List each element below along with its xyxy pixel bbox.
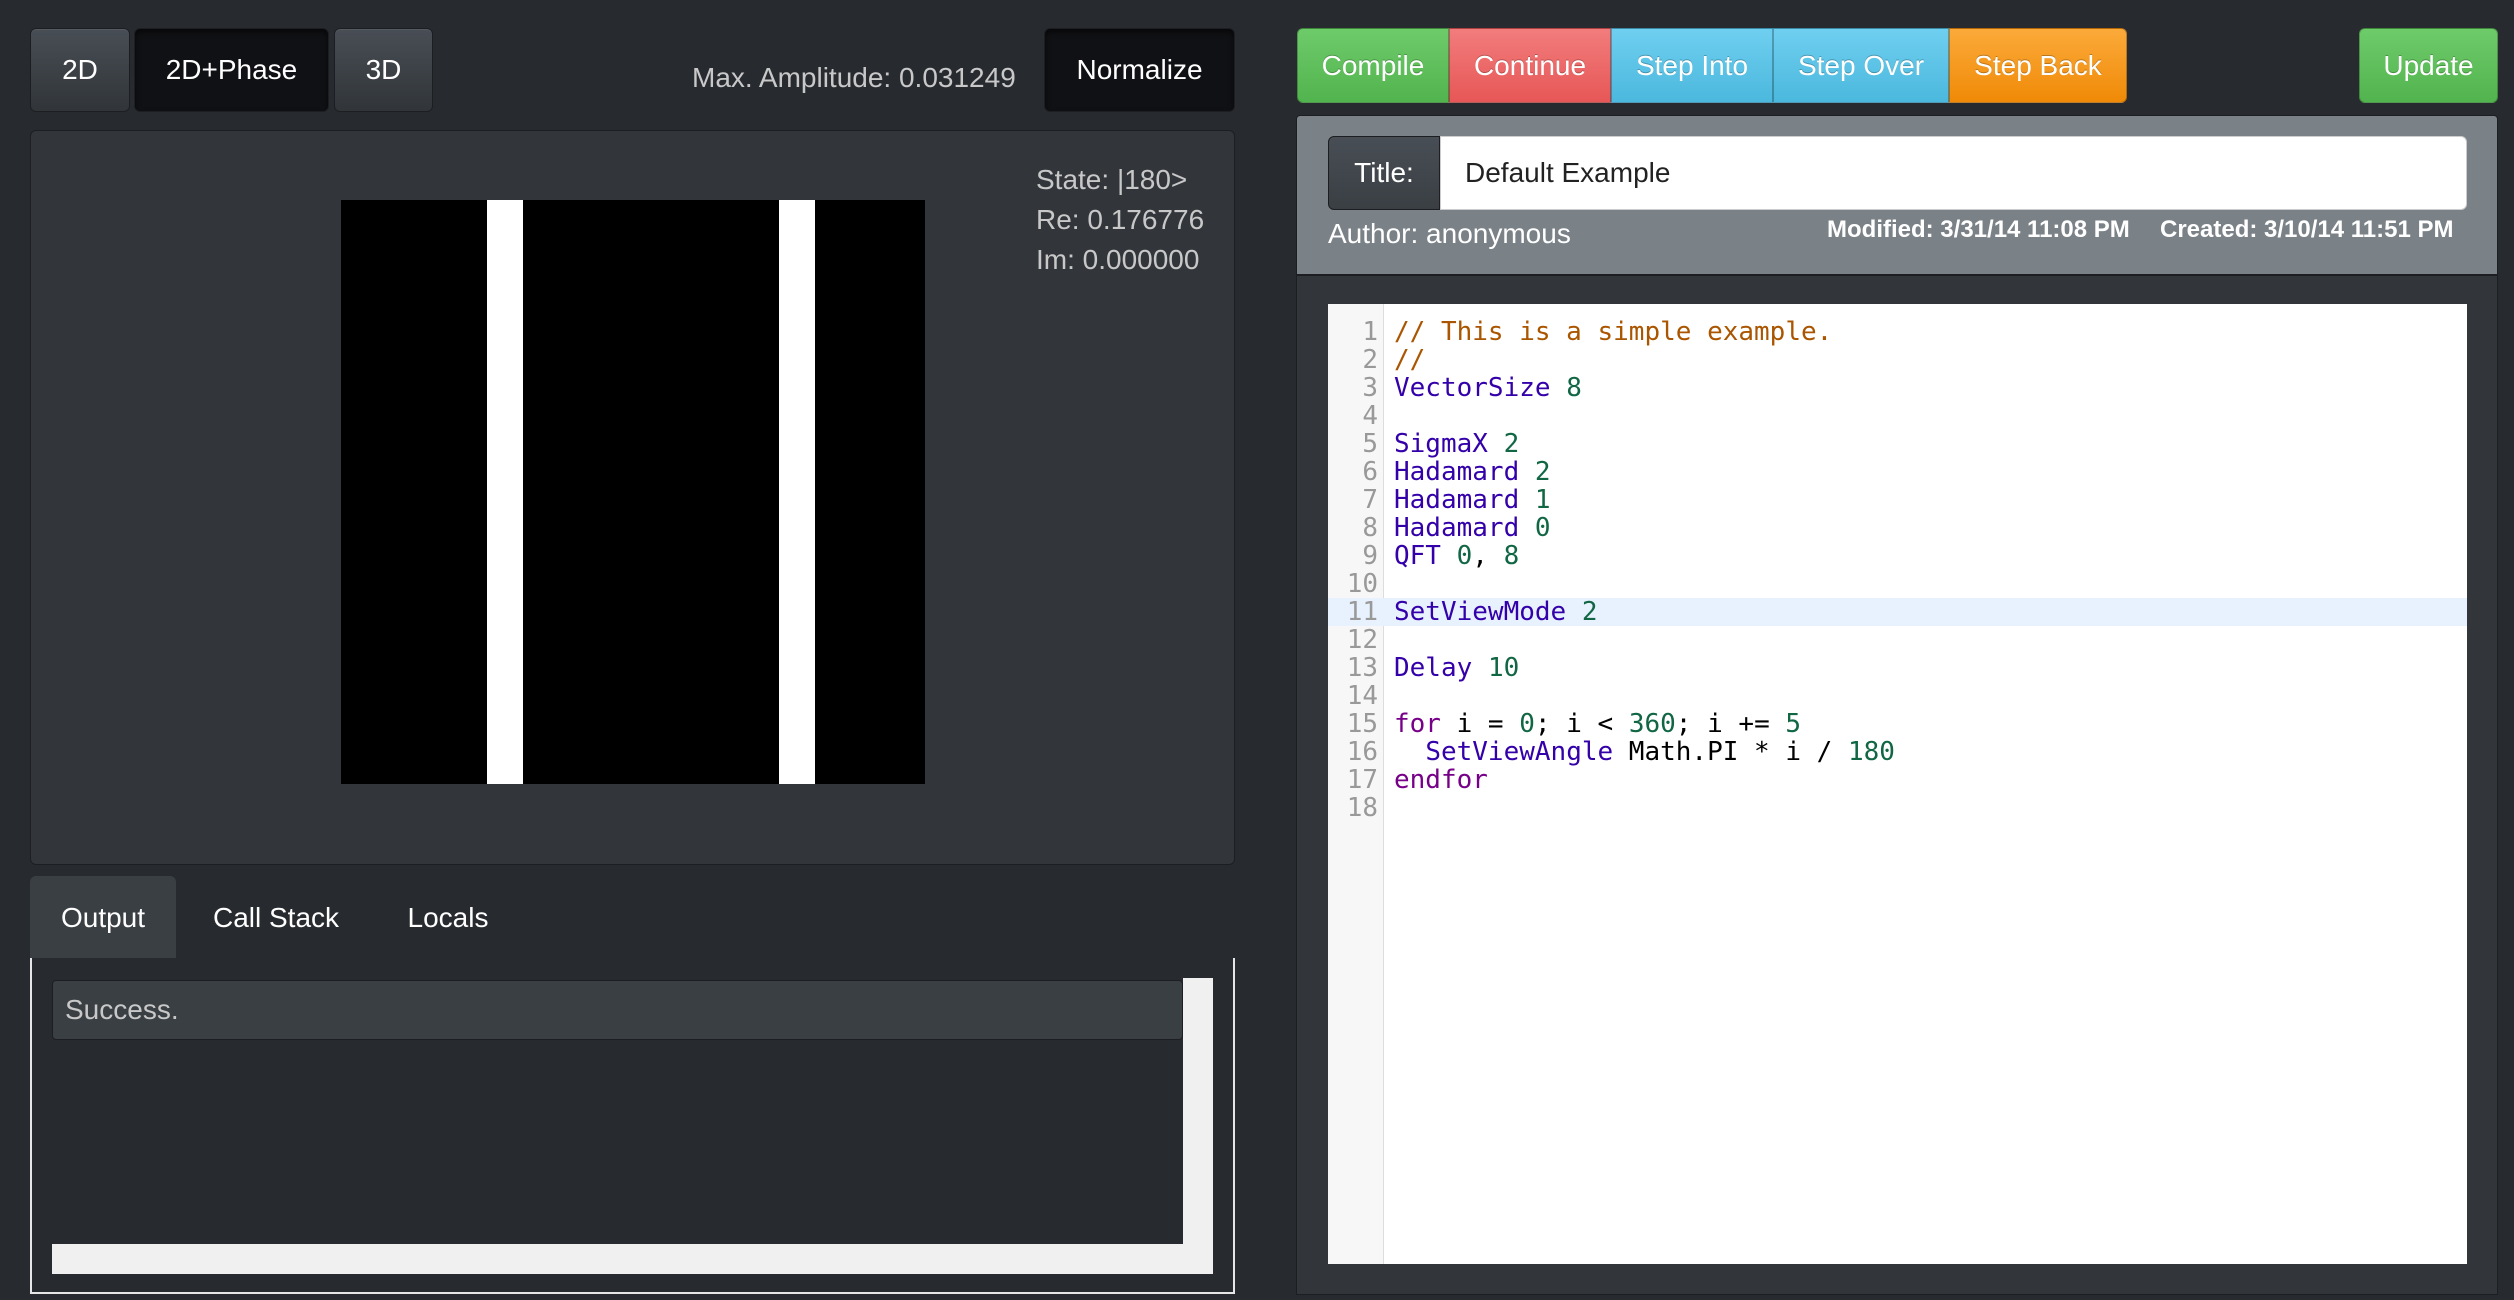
tab-output[interactable]: Output xyxy=(30,876,176,960)
update-button[interactable]: Update xyxy=(2359,28,2498,103)
line-number: 12 xyxy=(1346,625,1378,655)
code-line[interactable]: 11 SetViewMode 2 xyxy=(1328,598,2467,626)
line-number: 10 xyxy=(1346,569,1378,599)
code-line[interactable]: 10 xyxy=(1328,570,2467,598)
step-back-button[interactable]: Step Back xyxy=(1949,28,2127,103)
line-number: 8 xyxy=(1362,513,1378,543)
code-line[interactable]: 1 // This is a simple example. xyxy=(1328,318,2467,346)
line-number: 15 xyxy=(1346,709,1378,739)
title-input[interactable]: Default Example xyxy=(1440,136,2467,210)
real-part-label: Re: 0.176776 xyxy=(1036,204,1205,235)
code-line[interactable]: 8 Hadamard 0 xyxy=(1328,514,2467,542)
code-line[interactable]: 2 // xyxy=(1328,346,2467,374)
step-over-button[interactable]: Step Over xyxy=(1773,28,1949,103)
state-label: State: |180> xyxy=(1036,164,1188,195)
normalize-button[interactable]: Normalize xyxy=(1044,28,1235,112)
line-number: 4 xyxy=(1362,401,1378,431)
amplitude-bar xyxy=(487,200,523,784)
view-3d-button[interactable]: 3D xyxy=(334,28,433,112)
code-line[interactable]: 18 xyxy=(1328,794,2467,822)
compile-button[interactable]: Compile xyxy=(1297,28,1449,103)
code-line[interactable]: 15 for i = 0; i < 360; i += 5 xyxy=(1328,710,2467,738)
line-number: 16 xyxy=(1346,737,1378,767)
code-line[interactable]: 7 Hadamard 1 xyxy=(1328,486,2467,514)
line-number: 11 xyxy=(1346,597,1378,627)
line-number: 17 xyxy=(1346,765,1378,795)
output-horizontal-scrollbar[interactable] xyxy=(52,1244,1213,1274)
code-text: endfor xyxy=(1394,765,1488,795)
line-number: 3 xyxy=(1362,373,1378,403)
code-text: SetViewMode 2 xyxy=(1394,597,1598,627)
code-line[interactable]: 17 endfor xyxy=(1328,766,2467,794)
code-text: SetViewAngle Math.PI * i / 180 xyxy=(1425,737,1895,767)
line-number: 1 xyxy=(1362,317,1378,347)
code-text: // This is a simple example. xyxy=(1394,317,1833,347)
code-line[interactable]: 13 Delay 10 xyxy=(1328,654,2467,682)
view-2d-phase-button[interactable]: 2D+Phase xyxy=(134,28,329,112)
code-text: VectorSize 8 xyxy=(1394,373,1582,403)
imaginary-part-label: Im: 0.000000 xyxy=(1036,244,1200,275)
author-label: Author: anonymous xyxy=(1328,218,1571,249)
code-line[interactable]: 14 xyxy=(1328,682,2467,710)
continue-button[interactable]: Continue xyxy=(1449,28,1611,103)
tab-call-stack[interactable]: Call Stack xyxy=(196,876,356,960)
code-line[interactable]: 9 QFT 0, 8 xyxy=(1328,542,2467,570)
code-text: for i = 0; i < 360; i += 5 xyxy=(1394,709,1802,739)
code-text: Delay 10 xyxy=(1394,653,1520,683)
code-text: // xyxy=(1394,345,1426,375)
created-date: Created: 3/10/14 11:51 PM xyxy=(2160,216,2454,243)
state-visualization-canvas[interactable] xyxy=(341,200,925,784)
line-number: 5 xyxy=(1362,429,1378,459)
line-number: 7 xyxy=(1362,485,1378,515)
code-text: QFT 0, 8 xyxy=(1394,541,1520,571)
code-editor[interactable]: 1 // This is a simple example. 2 // 3 VectorS… xyxy=(1328,304,2467,1264)
line-number: 9 xyxy=(1362,541,1378,571)
step-into-button[interactable]: Step Into xyxy=(1611,28,1773,103)
code-line[interactable]: 6 Hadamard 2 xyxy=(1328,458,2467,486)
output-vertical-scrollbar[interactable] xyxy=(1183,978,1213,1274)
code-text: Hadamard 2 xyxy=(1394,457,1551,487)
line-number: 18 xyxy=(1346,793,1378,823)
line-number: 14 xyxy=(1346,681,1378,711)
code-line[interactable]: 5 SigmaX 2 xyxy=(1328,430,2467,458)
max-amplitude-label: Max. Amplitude: 0.031249 xyxy=(692,62,1016,93)
code-line[interactable]: 16 SetViewAngle Math.PI * i / 180 xyxy=(1328,738,2467,766)
view-2d-button[interactable]: 2D xyxy=(30,28,130,112)
line-number: 13 xyxy=(1346,653,1378,683)
line-number: 2 xyxy=(1362,345,1378,375)
modified-date: Modified: 3/31/14 11:08 PM xyxy=(1827,216,2130,243)
code-text: Hadamard 1 xyxy=(1394,485,1551,515)
output-message: Success. xyxy=(52,980,1183,1040)
tab-locals[interactable]: Locals xyxy=(376,876,520,960)
code-line[interactable]: 12 xyxy=(1328,626,2467,654)
code-text: Hadamard 0 xyxy=(1394,513,1551,543)
amplitude-bar xyxy=(779,200,815,784)
code-text: SigmaX 2 xyxy=(1394,429,1520,459)
code-line[interactable]: 3 VectorSize 8 xyxy=(1328,374,2467,402)
line-number: 6 xyxy=(1362,457,1378,487)
title-label: Title: xyxy=(1328,136,1440,210)
code-line[interactable]: 4 xyxy=(1328,402,2467,430)
